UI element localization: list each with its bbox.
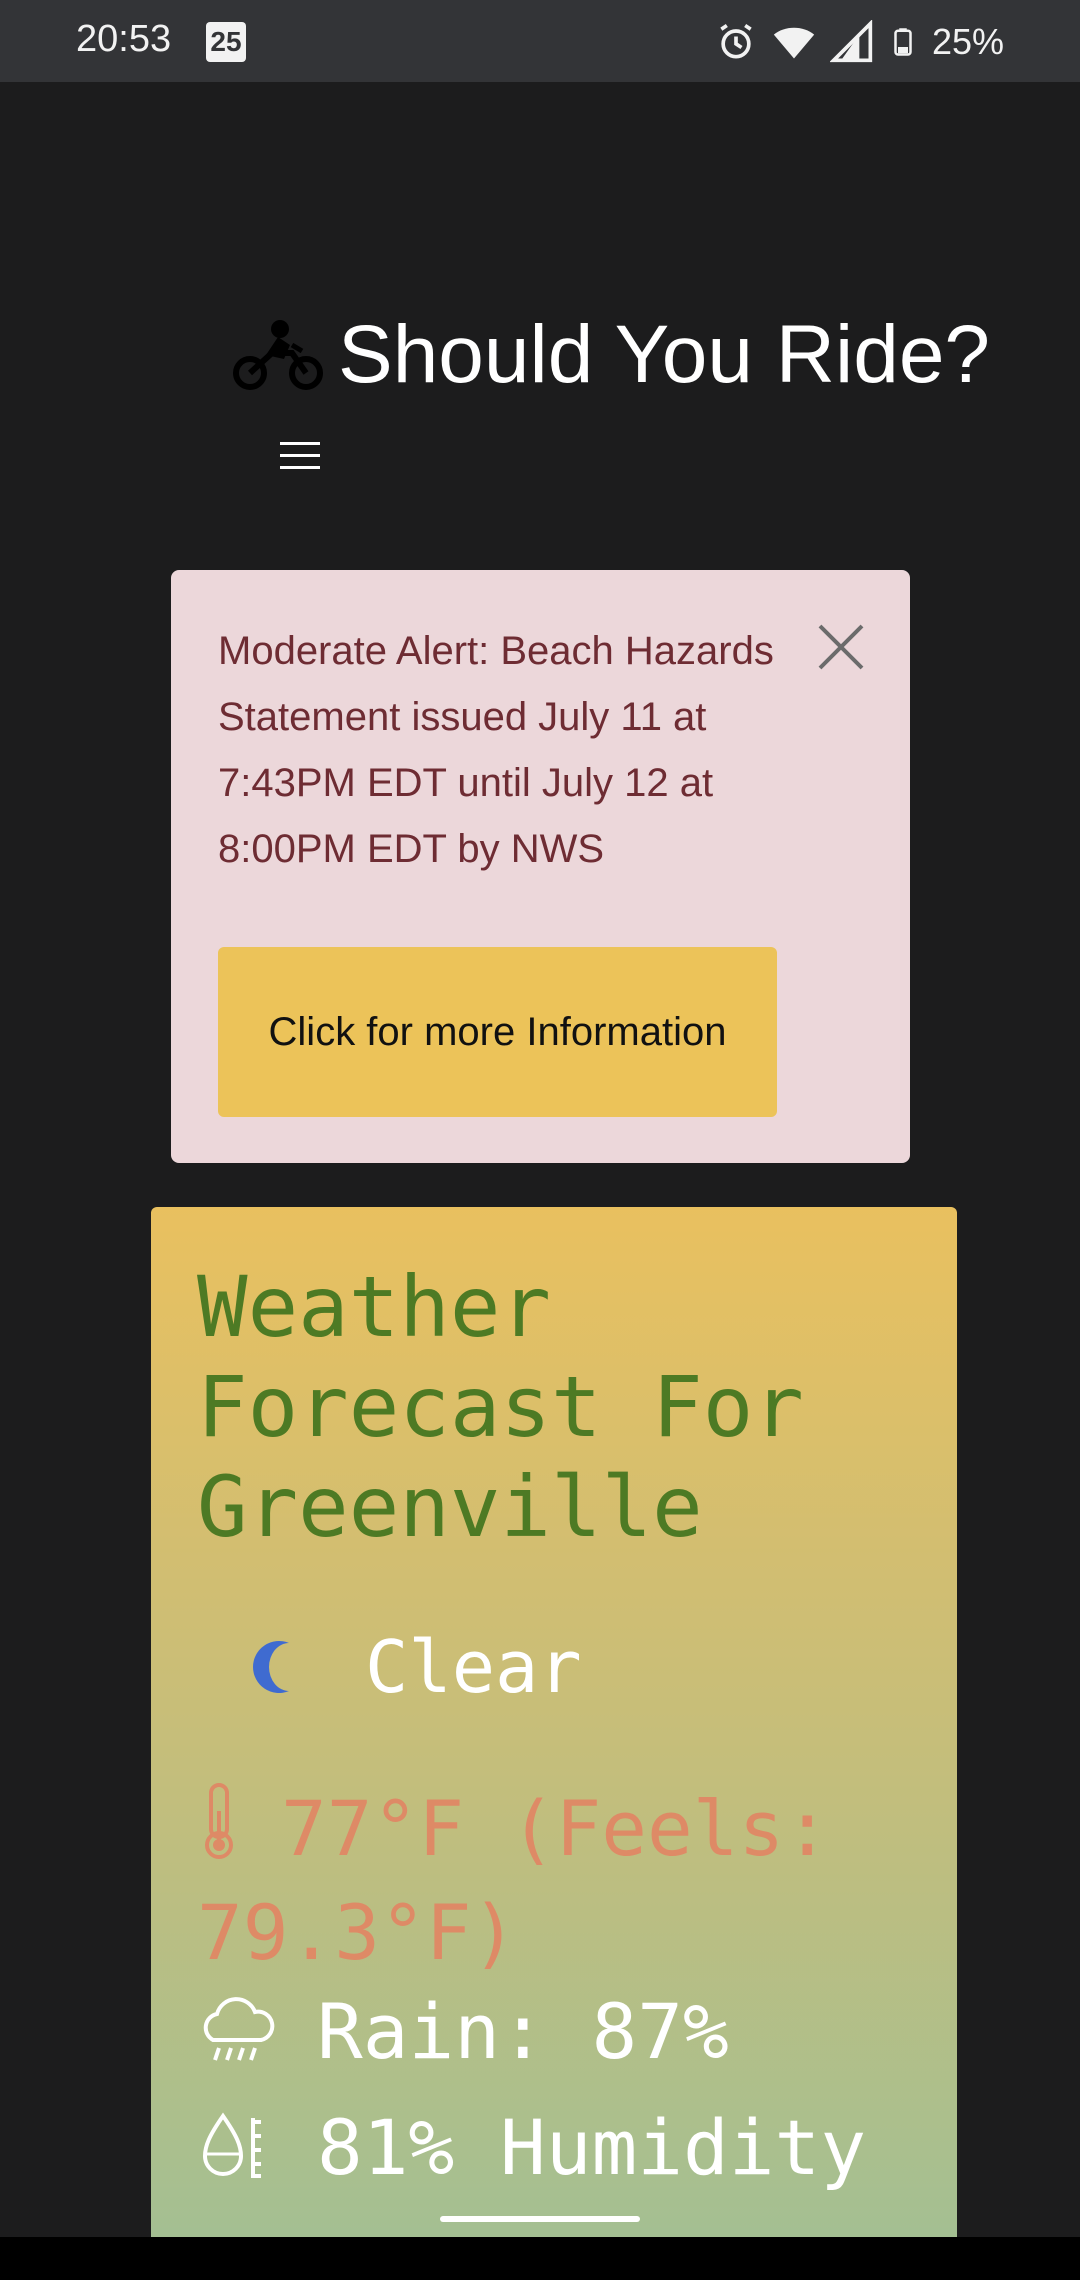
alarm-icon [720,23,752,59]
weather-title: Weather Forecast For Greenville [197,1258,804,1556]
page-title: Should You Ride? [338,309,991,400]
rain-row: Rain: 87% [197,1987,729,2076]
temperature-value: 77°F (Feels: 79.3°F) [197,1784,831,1977]
weather-forecast-card: Weather Forecast For Greenville Clear 77… [151,1207,957,2237]
battery-icon [894,28,912,56]
status-icons: 25% [714,20,1004,64]
rain-chance: Rain: 87% [317,1987,729,2076]
hamburger-menu-icon[interactable] [274,430,326,482]
home-gesture-handle[interactable] [440,2216,640,2222]
thermometer-icon [205,1783,233,1859]
status-bar: 20:53 25 25% [0,0,1080,82]
alert-message: Moderate Alert: Beach Hazards Statement … [218,629,774,871]
humidity-row: 81% Humidity [197,2103,866,2192]
close-icon[interactable] [814,620,868,674]
wifi-icon [773,27,815,59]
battery-percent: 25% [931,21,1004,62]
humidity-icon [202,2112,261,2178]
status-time: 20:53 [76,18,172,60]
app-header: Should You Ride? [232,300,990,410]
moon-icon [253,1641,289,1693]
navigation-bar [0,2237,1080,2280]
humidity-value: 81% Humidity [317,2103,867,2192]
motorcycle-icon [233,320,323,390]
condition-row: Clear [251,1625,582,1709]
notification-badge: 25 [206,22,246,62]
weather-alert-banner: Moderate Alert: Beach Hazards Statement … [171,570,910,1163]
weather-condition: Clear [365,1625,582,1709]
temperature-row: 77°F (Feels: 79.3°F) [197,1777,937,1985]
signal-icon [829,20,873,63]
more-information-button[interactable]: Click for more Information [218,947,777,1117]
rain-cloud-icon [203,1996,275,2061]
